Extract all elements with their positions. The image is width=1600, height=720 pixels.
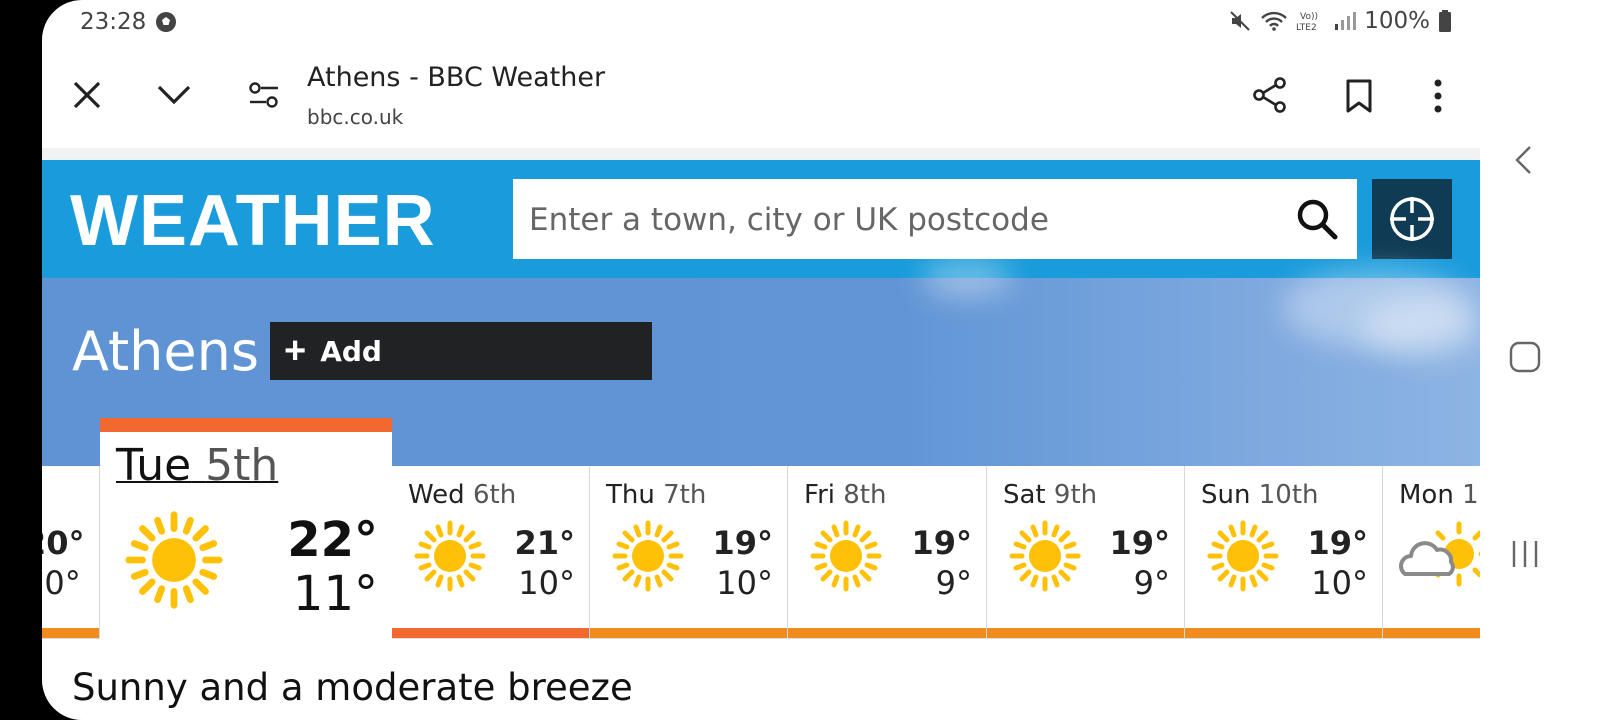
day-bar bbox=[1383, 628, 1480, 638]
day-bar bbox=[42, 628, 99, 638]
page-url: bbc.co.uk bbox=[307, 105, 404, 129]
day-label: Sat 9th bbox=[1003, 480, 1098, 510]
forecast-summary: Sunny and a moderate breeze bbox=[72, 666, 633, 709]
bookmark-icon[interactable] bbox=[1345, 78, 1373, 114]
day-bar bbox=[788, 628, 986, 638]
high-temp: 20° bbox=[42, 524, 85, 562]
search-box bbox=[513, 179, 1357, 261]
sun-cloud-icon bbox=[1399, 521, 1480, 587]
crosshair-icon bbox=[1390, 197, 1434, 241]
day-label: Tue 5th bbox=[116, 440, 279, 491]
low-temp: 10° bbox=[42, 564, 81, 602]
home-icon[interactable] bbox=[1508, 340, 1542, 374]
cloud-decoration bbox=[922, 258, 1012, 298]
phone-screen: 23:28 Vo)) LTE2 100% Athens - BBC Weathe… bbox=[42, 0, 1480, 720]
day-bar bbox=[1185, 628, 1382, 638]
low-temp: 10° bbox=[716, 564, 773, 602]
close-icon[interactable] bbox=[72, 80, 102, 110]
high-temp: 19° bbox=[712, 524, 773, 562]
share-icon[interactable] bbox=[1252, 76, 1288, 114]
locate-me-button[interactable] bbox=[1372, 179, 1452, 259]
svg-text:LTE2: LTE2 bbox=[1296, 23, 1317, 33]
cloud-decoration bbox=[1362, 298, 1480, 358]
sun-icon bbox=[610, 518, 686, 594]
battery-percent: 100% bbox=[1364, 8, 1430, 34]
signal-icon bbox=[1335, 12, 1357, 30]
system-navigation-bar bbox=[1480, 0, 1600, 720]
browser-toolbar: Athens - BBC Weather bbc.co.uk bbox=[42, 46, 1480, 149]
low-temp: 10° bbox=[1311, 564, 1368, 602]
back-icon[interactable] bbox=[1512, 144, 1536, 176]
status-bar: 23:28 Vo)) LTE2 100% bbox=[42, 0, 1480, 46]
weather-header: WEATHER bbox=[42, 160, 1480, 278]
volte-icon: Vo)) LTE2 bbox=[1296, 12, 1318, 33]
site-settings-icon[interactable] bbox=[248, 82, 280, 110]
chevron-down-icon[interactable] bbox=[156, 84, 192, 106]
sun-icon bbox=[412, 518, 488, 594]
sun-icon bbox=[808, 518, 884, 594]
day-bar bbox=[987, 628, 1184, 638]
search-input[interactable] bbox=[527, 179, 1291, 261]
location-name: Athens bbox=[72, 320, 259, 383]
recent-apps-icon[interactable] bbox=[1510, 538, 1540, 570]
more-options-icon[interactable] bbox=[1430, 78, 1446, 114]
forecast-day[interactable]: Sun 10th 19° 10° bbox=[1185, 466, 1383, 638]
low-temp: 9° bbox=[935, 564, 972, 602]
day-label: Thu 7th bbox=[606, 480, 707, 510]
high-temp: 19° bbox=[911, 524, 972, 562]
forecast-day[interactable]: Mon 11th bbox=[1383, 466, 1480, 638]
search-icon[interactable] bbox=[1295, 197, 1339, 241]
day-label: Sun 10th bbox=[1201, 480, 1319, 510]
add-location-button[interactable]: + Add bbox=[270, 322, 652, 380]
status-time: 23:28 bbox=[80, 9, 147, 35]
forecast-day[interactable]: Fri 8th 19° 9° bbox=[788, 466, 987, 638]
low-temp: 10° bbox=[518, 564, 575, 602]
plus-icon: + bbox=[284, 330, 307, 372]
day-label: Fri 8th bbox=[804, 480, 887, 510]
toolbar-separator bbox=[42, 148, 1480, 160]
svg-text:Vo)): Vo)) bbox=[1300, 12, 1318, 22]
sun-icon bbox=[1205, 518, 1281, 594]
forecast-day[interactable]: Thu 7th 19° 10° bbox=[590, 466, 788, 638]
status-icons: Vo)) LTE2 100% bbox=[1228, 8, 1452, 34]
low-temp: 11° bbox=[292, 566, 378, 622]
page-title: Athens - BBC Weather bbox=[307, 62, 606, 93]
high-temp: 21° bbox=[514, 524, 575, 562]
add-label: Add bbox=[320, 334, 382, 368]
sun-icon bbox=[122, 508, 226, 612]
sun-icon bbox=[1007, 518, 1083, 594]
battery-icon bbox=[1439, 10, 1451, 32]
weather-logo[interactable]: WEATHER bbox=[70, 180, 436, 262]
day-bar bbox=[392, 628, 589, 638]
forecast-day[interactable]: Wed 6th 21° 10° bbox=[392, 466, 590, 638]
forecast-day-selected[interactable]: Tue 5th 22° 11° bbox=[100, 418, 392, 640]
wifi-icon bbox=[1261, 11, 1288, 31]
day-bar bbox=[590, 628, 787, 638]
forecast-day[interactable]: Sat 9th 19° 9° bbox=[987, 466, 1185, 638]
high-temp: 19° bbox=[1307, 524, 1368, 562]
high-temp: 22° bbox=[287, 512, 378, 568]
day-label: Mon 11th bbox=[1399, 480, 1480, 510]
forecast-day-prev[interactable]: 20° 10° bbox=[42, 466, 100, 638]
low-temp: 9° bbox=[1133, 564, 1170, 602]
day-label: Wed 6th bbox=[408, 480, 517, 510]
soccer-ball-icon bbox=[156, 12, 176, 32]
high-temp: 19° bbox=[1109, 524, 1170, 562]
mute-icon bbox=[1230, 11, 1250, 31]
